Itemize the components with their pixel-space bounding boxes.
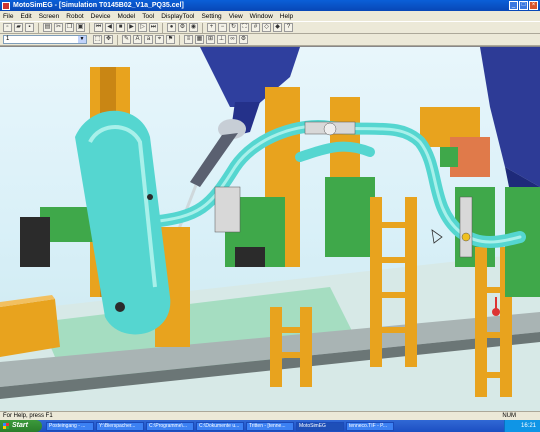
maximize-button[interactable]: □ xyxy=(519,1,528,10)
main-toolbar: ▫ ▰ ▪ ▤ ✂ ❐ ▣ ⏮ ◀ ■ ▶ ▷ ⏭ ● ⚙ ◉ + − ↻ ⛶ … xyxy=(0,21,540,34)
copy-icon[interactable]: ❐ xyxy=(65,23,74,32)
open-icon[interactable]: ▰ xyxy=(14,23,23,32)
system-tray-clock[interactable]: 16:21 xyxy=(504,420,540,432)
robot-selector-combo[interactable]: 1 ▼ xyxy=(3,35,87,44)
link-icon[interactable]: ∞ xyxy=(228,35,237,44)
menu-window[interactable]: Window xyxy=(250,13,273,20)
toolbar-separator xyxy=(117,34,118,45)
cell-3d-scene xyxy=(0,47,540,411)
frame-icon[interactable]: ⊞ xyxy=(206,35,215,44)
menu-device[interactable]: Device xyxy=(91,13,111,20)
font-icon[interactable]: a xyxy=(144,35,153,44)
muffler xyxy=(75,110,171,335)
menu-edit[interactable]: Edit xyxy=(20,13,31,20)
text-icon[interactable]: A xyxy=(133,35,142,44)
settings-icon[interactable]: ⚙ xyxy=(239,35,248,44)
title-bar: MotoSimEG - [Simulation T0145B02_V1a_PQ3… xyxy=(0,0,540,11)
secondary-toolbar: 1 ▼ ⬚ ✥ ✎ A a ⌖ ⚑ ≡ ▦ ⊞ ⊥ ∞ ⚙ xyxy=(0,34,540,46)
color-icon[interactable]: ▦ xyxy=(195,35,204,44)
print-icon[interactable]: ▤ xyxy=(43,23,52,32)
taskbar-item[interactable]: tenneco.TIF - P... xyxy=(346,421,394,431)
menu-view[interactable]: View xyxy=(229,13,243,20)
taskbar-item[interactable]: Tritten - [tenne... xyxy=(246,421,294,431)
fast-forward-icon[interactable]: ⏭ xyxy=(149,23,158,32)
menu-file[interactable]: File xyxy=(3,13,13,20)
chevron-down-icon[interactable]: ▼ xyxy=(78,36,86,43)
window-title: MotoSimEG - [Simulation T0145B02_V1a_PQ3… xyxy=(13,2,184,9)
menu-tool[interactable]: Tool xyxy=(142,13,154,20)
status-help-text: For Help, press F1 xyxy=(3,413,53,419)
taskbar-item[interactable]: C:\Dokumente u... xyxy=(196,421,244,431)
taskbar-tasks: Posteingang - ... Y:\Bierspacher... C:\P… xyxy=(46,421,394,431)
toolbar-separator xyxy=(89,22,90,33)
teach-icon[interactable]: ⚙ xyxy=(178,23,187,32)
status-bar: For Help, press F1 NUM xyxy=(0,411,540,420)
save-icon[interactable]: ▪ xyxy=(25,23,34,32)
start-button[interactable]: Start xyxy=(0,420,42,432)
fit-icon[interactable]: ⛶ xyxy=(240,23,249,32)
combo-value: 1 xyxy=(6,36,10,42)
close-button[interactable]: × xyxy=(529,1,538,10)
step-forward-icon[interactable]: ▷ xyxy=(138,23,147,32)
rotate-icon[interactable]: ↻ xyxy=(229,23,238,32)
toolbar-separator xyxy=(162,22,163,33)
menu-help[interactable]: Help xyxy=(280,13,293,20)
axis-icon[interactable]: ⊥ xyxy=(217,35,226,44)
status-num-indicator: NUM xyxy=(502,413,516,419)
paste-icon[interactable]: ▣ xyxy=(76,23,85,32)
select-icon[interactable]: ⬚ xyxy=(93,35,102,44)
layer-icon[interactable]: ≡ xyxy=(184,35,193,44)
shade-icon[interactable]: ◆ xyxy=(273,23,282,32)
taskbar-item-active[interactable]: MotoSimEG xyxy=(296,421,344,431)
taskbar-item[interactable]: C:\Programme\... xyxy=(146,421,194,431)
marker-icon[interactable]: ⚑ xyxy=(166,35,175,44)
taskbar: Start Posteingang - ... Y:\Bierspacher..… xyxy=(0,420,540,432)
record-icon[interactable]: ● xyxy=(167,23,176,32)
wireframe-icon[interactable]: ◇ xyxy=(262,23,271,32)
menu-bar: File Edit Screen Robot Device Model Tool… xyxy=(0,11,540,21)
camera-icon[interactable]: ◉ xyxy=(189,23,198,32)
toolbar-separator xyxy=(202,22,203,33)
minimize-button[interactable]: _ xyxy=(509,1,518,10)
grid-icon[interactable]: # xyxy=(251,23,260,32)
zoom-out-icon[interactable]: − xyxy=(218,23,227,32)
toolbar-separator xyxy=(38,22,39,33)
menu-setting[interactable]: Setting xyxy=(201,13,221,20)
menu-model[interactable]: Model xyxy=(118,13,136,20)
menu-displaytool[interactable]: DisplayTool xyxy=(161,13,194,20)
simulation-viewport[interactable] xyxy=(0,46,540,411)
zoom-in-icon[interactable]: + xyxy=(207,23,216,32)
rewind-icon[interactable]: ⏮ xyxy=(94,23,103,32)
pen-icon[interactable]: ✎ xyxy=(122,35,131,44)
help-icon[interactable]: ? xyxy=(284,23,293,32)
move-icon[interactable]: ✥ xyxy=(104,35,113,44)
taskbar-item[interactable]: Posteingang - ... xyxy=(46,421,94,431)
new-icon[interactable]: ▫ xyxy=(3,23,12,32)
measure-icon[interactable]: ⌖ xyxy=(155,35,164,44)
orange-box xyxy=(0,295,60,357)
play-icon[interactable]: ▶ xyxy=(127,23,136,32)
menu-robot[interactable]: Robot xyxy=(66,13,83,20)
toolbar-separator xyxy=(179,34,180,45)
app-icon xyxy=(2,1,10,10)
taskbar-item[interactable]: Y:\Bierspacher... xyxy=(96,421,144,431)
step-back-icon[interactable]: ◀ xyxy=(105,23,114,32)
cursor-marker xyxy=(431,229,443,244)
cut-icon[interactable]: ✂ xyxy=(54,23,63,32)
stop-icon[interactable]: ■ xyxy=(116,23,125,32)
menu-screen[interactable]: Screen xyxy=(39,13,60,20)
